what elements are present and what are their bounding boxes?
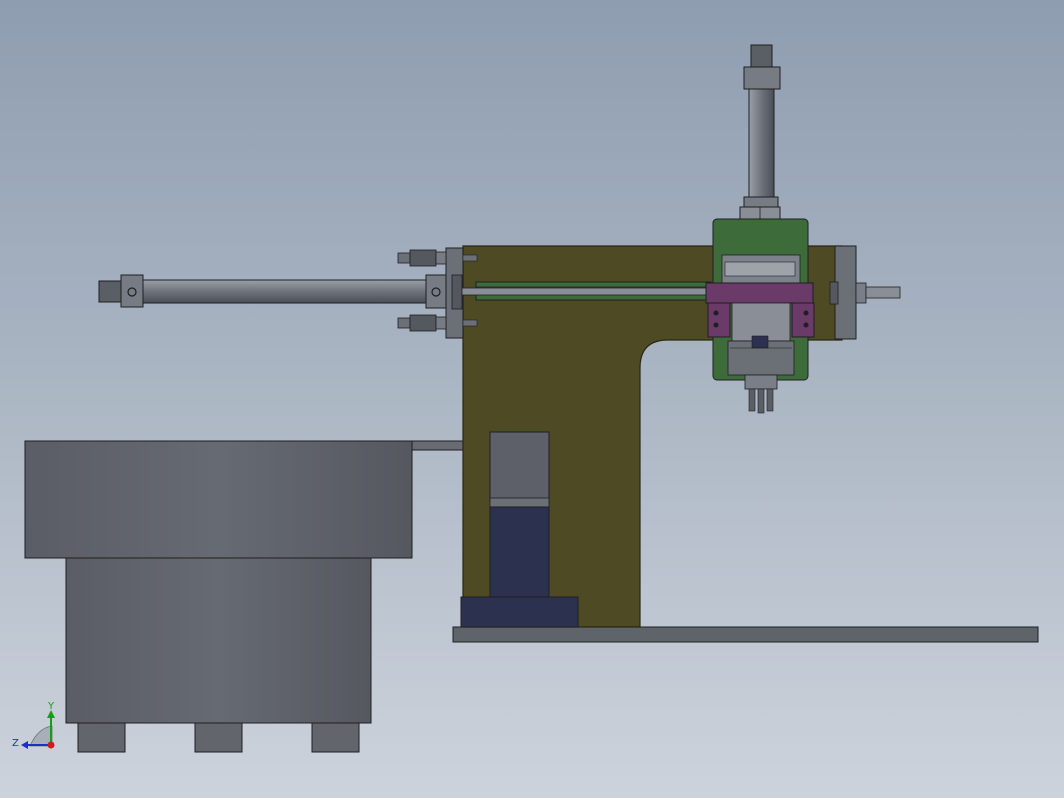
piston-rod-horizontal: [461, 287, 713, 296]
assembly-side-view[interactable]: Y Z: [0, 0, 1064, 798]
cad-viewport[interactable]: Y Z: [0, 0, 1064, 798]
gripper-finger-right: [766, 388, 774, 412]
bowl-feeder-top: [24, 440, 413, 559]
base-plate: [452, 626, 1039, 643]
cylinder-barrel: [142, 279, 427, 304]
motor-foot: [460, 596, 579, 628]
pick-head: [705, 218, 815, 414]
cylinder-end-cap: [98, 280, 122, 303]
bowl-foot-1: [77, 722, 126, 753]
motor-housing: [489, 431, 550, 503]
z-axis-label: Z: [12, 738, 19, 749]
end-stop: [829, 245, 901, 340]
vertical-cylinder-barrel: [748, 88, 775, 198]
bowl-foot-2: [194, 722, 243, 753]
y-axis-label: Y: [47, 701, 55, 712]
coordinate-triad: Y Z: [12, 701, 55, 749]
motor-stand: [489, 506, 550, 598]
gripper-finger-left: [748, 388, 756, 412]
bowl-feeder-base: [65, 557, 372, 724]
x-axis-dot: [47, 741, 55, 749]
gripper-body: [744, 374, 778, 390]
bowl-feeder: [24, 440, 491, 753]
bowl-foot-3: [311, 722, 360, 753]
gripper-finger-mid: [757, 388, 765, 414]
head-slide-block: [705, 282, 814, 304]
